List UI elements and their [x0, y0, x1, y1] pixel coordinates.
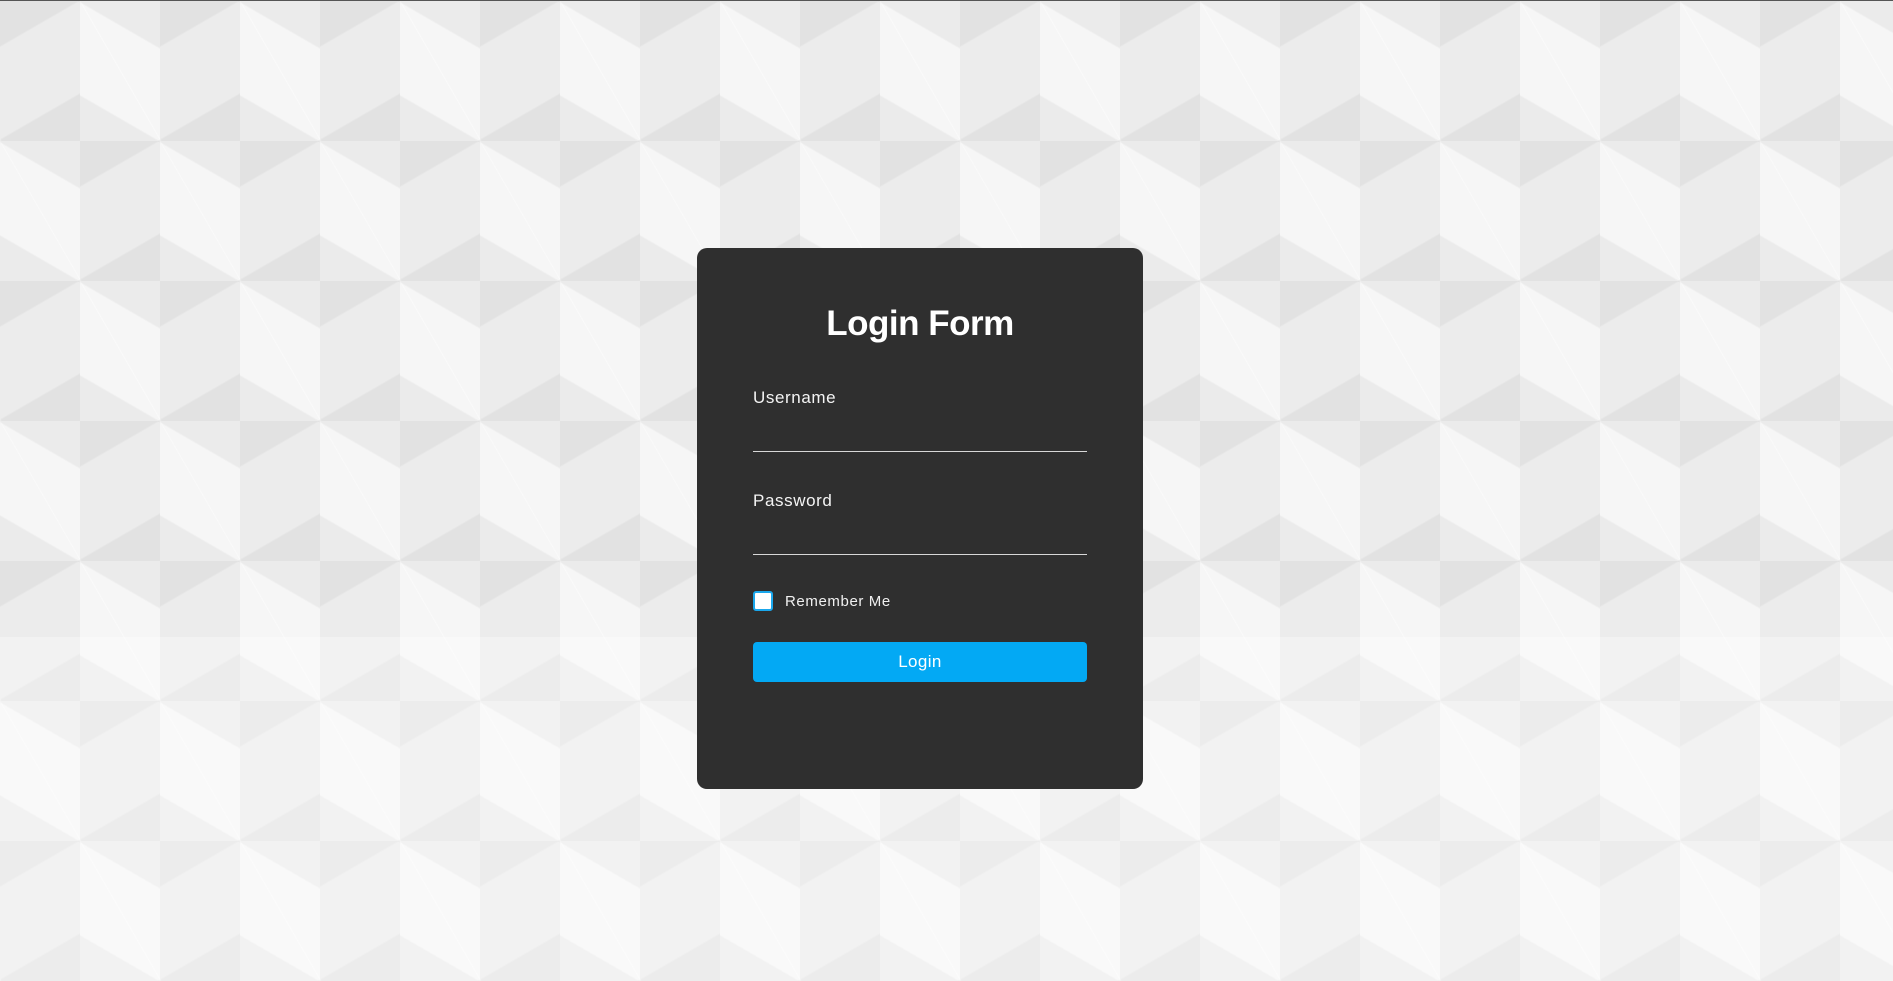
- password-input[interactable]: [753, 521, 1087, 555]
- remember-me-row: Remember Me: [753, 589, 1087, 613]
- username-label: Username: [753, 388, 837, 407]
- remember-me-label[interactable]: Remember Me: [785, 593, 891, 610]
- login-form-title: Login Form: [826, 304, 1014, 343]
- login-form-card: Login Form Username Password Remember Me…: [697, 248, 1143, 789]
- remember-me-checkbox[interactable]: [753, 591, 773, 611]
- password-label: Password: [753, 491, 833, 510]
- password-field-group: Password: [753, 492, 1087, 555]
- username-field-group: Username: [753, 389, 1087, 452]
- username-input[interactable]: [753, 418, 1087, 452]
- login-button[interactable]: Login: [753, 642, 1087, 682]
